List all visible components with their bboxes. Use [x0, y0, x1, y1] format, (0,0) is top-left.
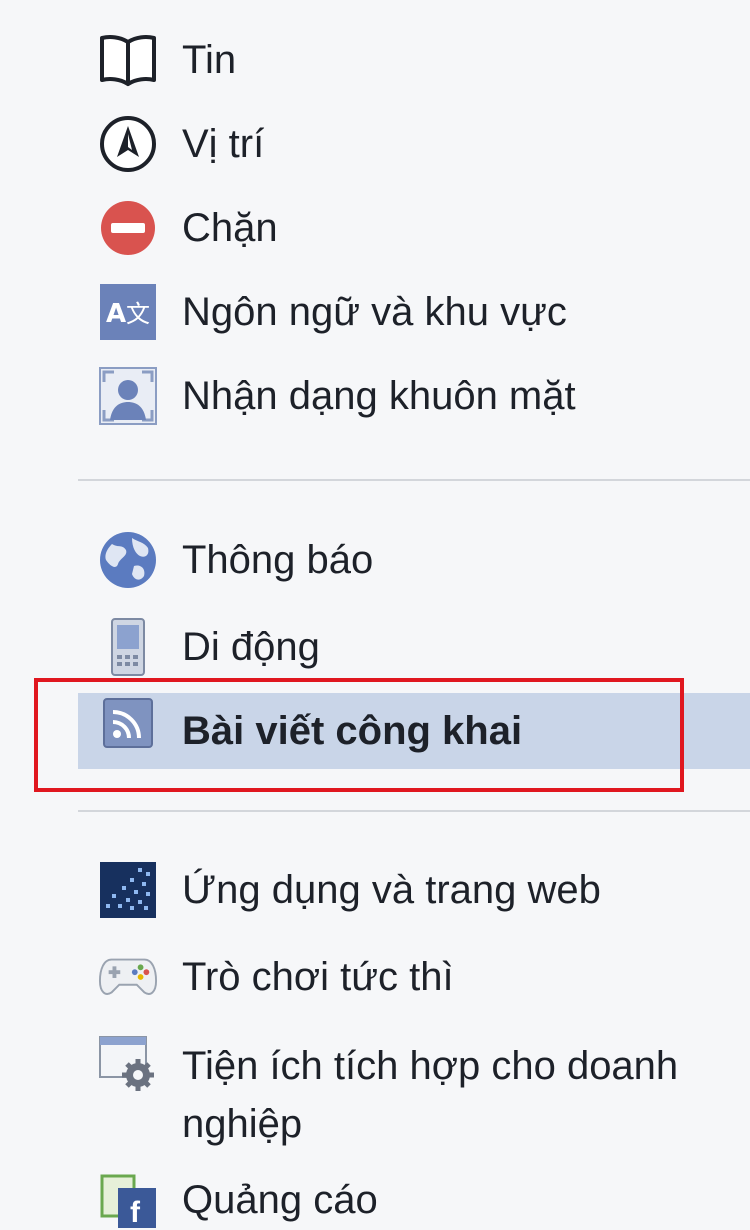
apps-icon: [98, 860, 158, 920]
section-divider: [78, 479, 750, 481]
menu-item-location[interactable]: Vị trí: [78, 114, 750, 174]
menu-item-label: Chặn: [182, 206, 278, 250]
ads-icon: f: [98, 1170, 158, 1230]
menu-item-label: Di động: [182, 625, 320, 669]
menu-item-label: Ngôn ngữ và khu vực: [182, 290, 567, 334]
svg-text:A: A: [106, 299, 126, 329]
menu-item-label: Tin: [182, 38, 237, 82]
menu-item-ads[interactable]: f Quảng cáo: [78, 1170, 750, 1230]
menu-item-label: Quảng cáo: [182, 1178, 378, 1222]
gamepad-icon: [98, 947, 158, 1007]
language-icon: A 文: [98, 282, 158, 342]
menu-item-label: Tiện ích tích hợp cho doanh nghiệp: [182, 1044, 679, 1146]
menu-item-face-recognition[interactable]: Nhận dạng khuôn mặt: [78, 366, 750, 426]
svg-text:文: 文: [126, 300, 150, 328]
menu-item-language[interactable]: A 文 Ngôn ngữ và khu vực: [78, 282, 750, 342]
globe-icon: [98, 530, 158, 590]
menu-item-label: Vị trí: [182, 122, 265, 166]
menu-item-label: Ứng dụng và trang web: [182, 868, 601, 912]
face-recognition-icon: [98, 366, 158, 426]
block-icon: [98, 198, 158, 258]
mobile-icon: [98, 617, 158, 677]
menu-item-apps-websites[interactable]: Ứng dụng và trang web: [78, 860, 750, 920]
menu-item-instant-games[interactable]: Trò chơi tức thì: [78, 947, 750, 1007]
menu-item-mobile[interactable]: Di động: [78, 617, 750, 677]
menu-item-label: Thông báo: [182, 538, 374, 582]
book-icon: [98, 30, 158, 90]
rss-icon: [98, 693, 158, 753]
menu-item-tin[interactable]: Tin: [78, 30, 750, 90]
svg-text:f: f: [130, 1196, 141, 1229]
business-integrations-icon: [98, 1033, 158, 1093]
menu-item-public-posts[interactable]: Bài viết công khai: [78, 693, 750, 769]
menu-item-notifications[interactable]: Thông báo: [78, 530, 750, 590]
menu-item-label: Nhận dạng khuôn mặt: [182, 374, 576, 418]
menu-item-label: Bài viết công khai: [182, 709, 523, 753]
menu-item-label: Trò chơi tức thì: [182, 955, 454, 999]
section-divider: [78, 810, 750, 812]
menu-item-business-integrations[interactable]: Tiện ích tích hợp cho doanh nghiệp: [78, 1035, 750, 1155]
location-arrow-icon: [98, 114, 158, 174]
menu-item-block[interactable]: Chặn: [78, 198, 750, 258]
